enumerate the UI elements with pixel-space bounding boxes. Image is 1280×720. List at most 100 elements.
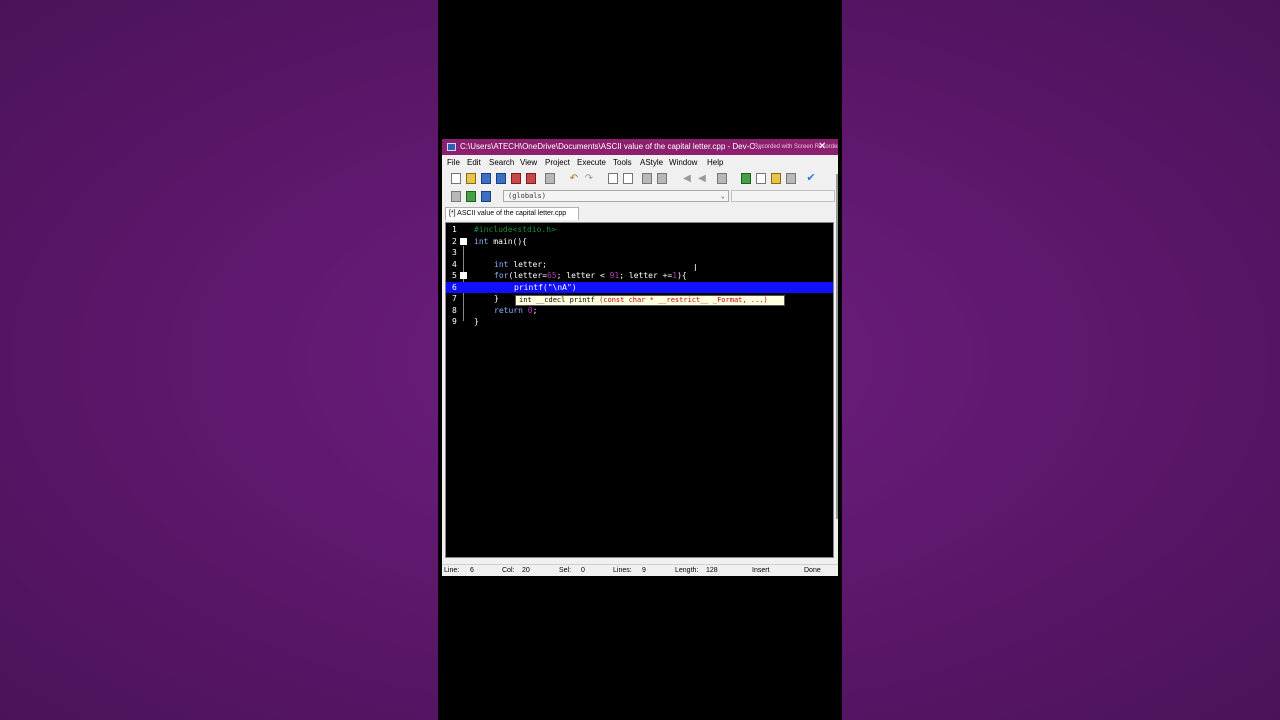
- number-token: 65: [546, 271, 557, 280]
- status-line-label: Line:: [444, 567, 460, 574]
- check-syntax-icon[interactable]: ✔: [806, 173, 816, 184]
- close-file-icon[interactable]: [511, 173, 521, 184]
- close-all-icon[interactable]: [526, 173, 536, 184]
- close-icon[interactable]: ✕: [818, 139, 826, 155]
- save-icon[interactable]: [481, 173, 491, 184]
- code-line-1[interactable]: 1 #include<stdio.h>: [446, 224, 833, 236]
- code-line-5[interactable]: 5 for(letter=65; letter < 91; letter +=1…: [446, 270, 833, 282]
- line-number: 3: [452, 248, 457, 257]
- compile-icon[interactable]: [451, 191, 461, 202]
- code-token: printf("\nA"): [514, 282, 577, 292]
- code-token: main(){: [488, 236, 527, 246]
- status-length-value: 128: [706, 567, 718, 574]
- save-all-icon[interactable]: [496, 173, 506, 184]
- fold-marker-icon[interactable]: [460, 272, 467, 279]
- menu-search[interactable]: Search: [489, 156, 514, 169]
- keyword-token: int: [494, 259, 509, 269]
- window-icon[interactable]: [756, 173, 766, 184]
- menu-help[interactable]: Help: [707, 156, 723, 169]
- indent-right-icon[interactable]: ◀: [697, 173, 707, 184]
- fold-marker-icon[interactable]: [460, 237, 467, 245]
- status-sel-label: Sel:: [559, 567, 572, 574]
- menu-astyle[interactable]: AStyle: [640, 156, 663, 169]
- status-lines-label: Lines:: [613, 567, 632, 574]
- status-line-value: 6: [470, 567, 474, 574]
- status-col-value: 20: [522, 567, 530, 574]
- line-number: 9: [452, 317, 457, 326]
- class-browser-icon[interactable]: [771, 173, 781, 184]
- open-file-icon[interactable]: [466, 173, 476, 184]
- code-token: }: [494, 294, 499, 303]
- tab-ascii-file[interactable]: [*] ASCII value of the capital letter.cp…: [445, 207, 579, 220]
- new-project-icon[interactable]: [741, 173, 751, 184]
- menu-view[interactable]: View: [520, 156, 537, 169]
- keyword-token: for: [494, 271, 509, 280]
- number-token: 91: [609, 271, 620, 280]
- goto-line-icon[interactable]: [642, 173, 652, 184]
- line-number: 6: [452, 282, 457, 292]
- menu-tools[interactable]: Tools: [613, 156, 632, 169]
- code-line-9[interactable]: 9 }: [446, 316, 833, 328]
- code-text: return 0;: [494, 305, 537, 317]
- secondary-toolbar: (globals) ⌄: [442, 189, 838, 205]
- code-token: letter;: [508, 259, 547, 269]
- title-bar[interactable]: C:\Users\ATECH\OneDrive\Documents\ASCII …: [442, 139, 838, 155]
- code-line-3[interactable]: 3: [446, 247, 833, 259]
- code-token: }: [474, 317, 479, 326]
- status-col-label: Col:: [502, 567, 515, 574]
- globals-value: (globals): [508, 192, 546, 200]
- grid-icon[interactable]: [786, 173, 796, 184]
- menu-project[interactable]: Project: [545, 156, 570, 169]
- keyword-token: return: [494, 305, 523, 315]
- preprocessor-token: #include<stdio.h>: [474, 225, 556, 234]
- run-icon[interactable]: [466, 191, 476, 202]
- indent-left-icon[interactable]: ◀: [682, 173, 692, 184]
- line-number: 7: [452, 294, 457, 303]
- status-mode: Insert: [752, 567, 770, 574]
- replace-icon[interactable]: [623, 173, 633, 184]
- redo-icon[interactable]: ↷: [584, 173, 594, 184]
- status-state: Done: [804, 567, 821, 574]
- menu-file[interactable]: File: [447, 156, 460, 169]
- globals-select[interactable]: (globals) ⌄: [503, 190, 729, 202]
- function-signature-tooltip: int __cdecl printf (const char * __restr…: [515, 295, 785, 306]
- code-token: ;: [532, 305, 538, 315]
- code-editor[interactable]: 1 #include<stdio.h> 2 int main(){ 3 4 in…: [445, 222, 834, 558]
- comment-icon[interactable]: [717, 173, 727, 184]
- code-text: #include<stdio.h>: [474, 224, 556, 236]
- code-text: }: [474, 316, 479, 328]
- devcpp-app-icon: [447, 143, 456, 151]
- code-token: ; letter +=: [619, 271, 673, 280]
- debug-icon[interactable]: [481, 191, 491, 202]
- menu-edit[interactable]: Edit: [467, 156, 481, 169]
- menu-execute[interactable]: Execute: [577, 156, 606, 169]
- function-select[interactable]: [731, 190, 835, 202]
- code-line-2[interactable]: 2 int main(){: [446, 236, 833, 248]
- code-text: }: [494, 293, 499, 305]
- code-line-8[interactable]: 8 return 0;: [446, 305, 833, 317]
- line-number: 8: [452, 305, 457, 315]
- chevron-down-icon: ⌄: [720, 192, 725, 200]
- code-text: int main(){: [474, 236, 527, 248]
- menu-bar: File Edit Search View Project Execute To…: [442, 156, 838, 169]
- code-text: for(letter=65; letter < 91; letter +=1){: [494, 270, 687, 282]
- code-line-4[interactable]: 4 int letter;: [446, 259, 833, 271]
- code-token: ; letter <: [556, 271, 610, 280]
- menu-window[interactable]: Window: [669, 156, 697, 169]
- new-file-icon[interactable]: [451, 173, 461, 184]
- text-cursor-icon: I: [694, 263, 697, 274]
- status-length-label: Length:: [675, 567, 699, 574]
- undo-icon[interactable]: ↶: [569, 173, 579, 184]
- code-text: printf("\nA"): [514, 282, 577, 294]
- print-icon[interactable]: [545, 173, 555, 184]
- toggle-bookmark-icon[interactable]: [657, 173, 667, 184]
- main-toolbar: ↶ ↷ ◀ ◀ ✔: [442, 171, 838, 187]
- vertical-scrollbar[interactable]: [836, 174, 838, 519]
- status-sel-value: 0: [581, 567, 585, 574]
- tooltip-signature: int __cdecl printf: [519, 296, 600, 304]
- status-lines-value: 9: [642, 567, 646, 574]
- code-line-6-current[interactable]: 6 printf("\nA"): [446, 281, 833, 294]
- code-token: (letter=: [508, 271, 547, 280]
- find-icon[interactable]: [608, 173, 618, 184]
- keyword-token: int: [474, 236, 489, 246]
